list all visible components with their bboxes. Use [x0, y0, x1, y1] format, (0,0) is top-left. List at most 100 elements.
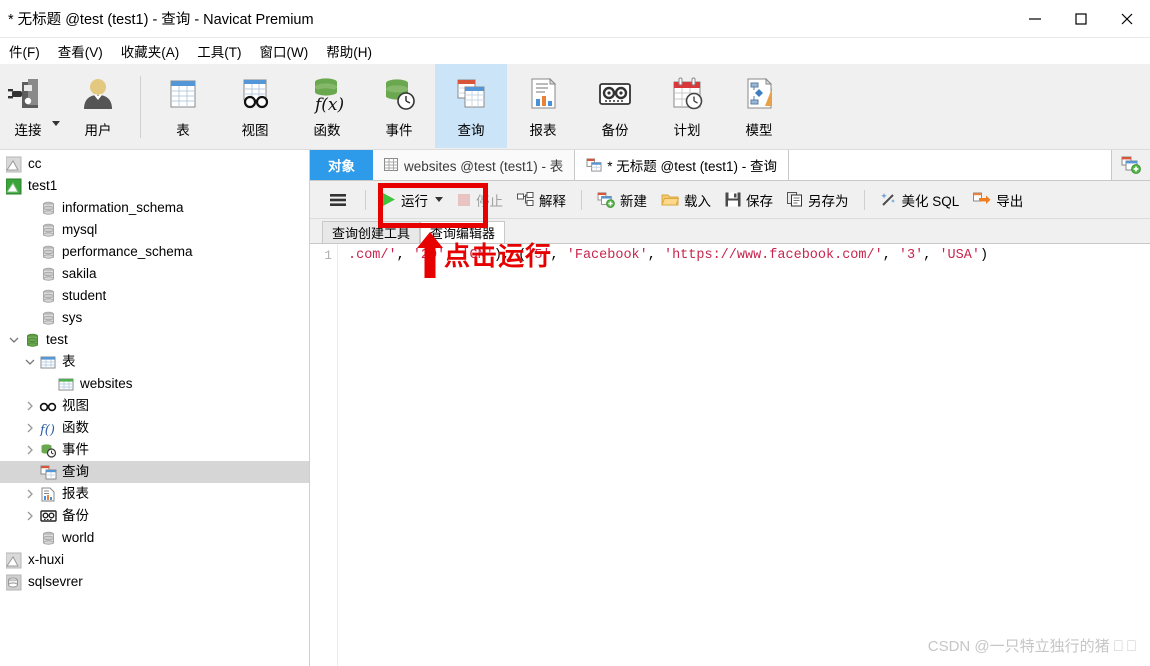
sidebar-item-information_schema[interactable]: information_schema	[0, 197, 309, 219]
sidebar-item-performance_schema[interactable]: performance_schema	[0, 241, 309, 263]
backup-cassette-icon	[595, 72, 635, 116]
sidebar-label: information_schema	[62, 200, 184, 216]
twisty-collapsed-icon[interactable]	[22, 511, 38, 521]
new-query-tab-button[interactable]	[1112, 150, 1150, 180]
code-token: ,	[396, 248, 413, 263]
save-as-button[interactable]: 另存为	[780, 186, 856, 214]
new-query-icon	[1121, 156, 1141, 174]
new-button[interactable]: 新建	[590, 186, 654, 214]
minimize-button[interactable]	[1012, 0, 1058, 38]
toolbar-label-query: 查询	[457, 123, 485, 138]
sidebar-item-views-folder[interactable]: 视图	[0, 395, 309, 417]
sidebar-item-world[interactable]: world	[0, 527, 309, 549]
run-dropdown-caret-icon[interactable]	[435, 197, 443, 202]
sidebar-item-cc[interactable]: cc	[0, 153, 309, 175]
export-button[interactable]: 导出	[966, 186, 1030, 214]
subtab-query-builder[interactable]: 查询创建工具	[322, 221, 421, 243]
sidebar-item-queries-folder[interactable]: 查询	[0, 461, 309, 483]
code-token: ,	[550, 248, 567, 263]
editor-code-area[interactable]: .com/', '20', 'CN'), ('5', 'Facebook', '…	[338, 244, 1150, 666]
twisty-collapsed-icon[interactable]	[22, 401, 38, 411]
sidebar-label: 查询	[62, 464, 89, 480]
function-fx-icon: f(x)	[307, 72, 347, 116]
up-arrow-annotation-icon	[417, 232, 443, 278]
sidebar-item-websites[interactable]: websites	[0, 373, 309, 395]
event-clock-icon	[38, 443, 58, 458]
new-button-label: 新建	[620, 193, 647, 209]
toolbar-button-view[interactable]: 视图	[219, 64, 291, 148]
code-token: 'https://www.facebook.com/'	[663, 248, 883, 263]
query-icon	[38, 465, 58, 480]
sidebar-item-events-folder[interactable]: 事件	[0, 439, 309, 461]
beautify-sql-label: 美化 SQL	[901, 193, 960, 209]
toolbar-button-query[interactable]: 查询	[435, 64, 507, 148]
menu-item-window[interactable]: 窗口(W)	[251, 38, 318, 64]
toolbar-button-user[interactable]: 用户	[62, 64, 134, 148]
schedule-calendar-icon	[667, 72, 707, 116]
toolbar-button-table[interactable]: 表	[147, 64, 219, 148]
sidebar-item-x-huxi[interactable]: x-huxi	[0, 549, 309, 571]
twisty-expanded-icon[interactable]	[22, 357, 38, 367]
sidebar-item-functions-folder[interactable]: f() 函数	[0, 417, 309, 439]
menu-item-help[interactable]: 帮助(H)	[317, 38, 381, 64]
sidebar-item-sqlsevrer[interactable]: sqlsevrer	[0, 571, 309, 593]
sql-editor[interactable]: 1 .com/', '20', 'CN'), ('5', 'Facebook',…	[310, 243, 1150, 666]
query-menu-button[interactable]	[322, 189, 357, 211]
run-button-label: 运行	[401, 193, 428, 209]
toolbar-button-schedule[interactable]: 计划	[651, 64, 723, 148]
window-controls	[1012, 0, 1150, 38]
sidebar-item-test[interactable]: test	[0, 329, 309, 351]
close-button[interactable]	[1104, 0, 1150, 38]
sidebar-item-mysql[interactable]: mysql	[0, 219, 309, 241]
close-icon	[1121, 13, 1133, 25]
toolbar-label-schedule: 计划	[673, 123, 701, 138]
beautify-sql-button[interactable]: 美化 SQL	[873, 186, 967, 214]
menu-item-file[interactable]: 件(F)	[0, 38, 49, 64]
sidebar-label: websites	[80, 376, 133, 392]
explain-button[interactable]: 解释	[510, 186, 573, 214]
sidebar-label: 函数	[62, 420, 89, 436]
maximize-button[interactable]	[1058, 0, 1104, 38]
tab-untitled-query[interactable]: * 无标题 @test (test1) - 查询	[575, 150, 789, 180]
backup-cassette-icon	[38, 509, 58, 523]
toolbar-button-backup[interactable]: 备份	[579, 64, 651, 148]
sidebar-item-backups-folder[interactable]: 备份	[0, 505, 309, 527]
toolbar-label-table: 表	[176, 123, 190, 138]
minimize-icon	[1029, 18, 1041, 20]
connection-plug-icon	[8, 72, 48, 116]
menu-item-favorites[interactable]: 收藏夹(A)	[112, 38, 189, 64]
twisty-collapsed-icon[interactable]	[22, 423, 38, 433]
load-button[interactable]: 载入	[654, 186, 718, 214]
sidebar-item-student[interactable]: student	[0, 285, 309, 307]
save-button[interactable]: 保存	[718, 186, 780, 214]
toolbar-label-function: 函数	[313, 123, 341, 138]
toolbar-button-report[interactable]: 报表	[507, 64, 579, 148]
sidebar-label: student	[62, 288, 107, 304]
sidebar-item-sys[interactable]: sys	[0, 307, 309, 329]
sidebar-label: test1	[28, 178, 58, 194]
sidebar-tree[interactable]: cc test1 information_schema mysql perfor…	[0, 150, 310, 666]
code-token: 'USA'	[939, 248, 980, 263]
toolbar-button-event[interactable]: 事件	[363, 64, 435, 148]
sidebar-label: mysql	[62, 222, 98, 238]
sidebar-item-reports-folder[interactable]: 报表	[0, 483, 309, 505]
menu-item-tools[interactable]: 工具(T)	[188, 38, 250, 64]
tab-websites-table[interactable]: websites @test (test1) - 表	[373, 150, 576, 180]
stop-button: 停止	[450, 186, 510, 214]
twisty-collapsed-icon[interactable]	[22, 445, 38, 455]
menu-item-view[interactable]: 查看(V)	[49, 38, 112, 64]
sidebar-item-tables-folder[interactable]: 表	[0, 351, 309, 373]
run-button[interactable]: 运行	[374, 186, 450, 214]
toolbar-button-connection[interactable]: 连接	[0, 64, 56, 148]
sidebar-item-sakila[interactable]: sakila	[0, 263, 309, 285]
twisty-expanded-icon[interactable]	[6, 335, 22, 345]
twisty-collapsed-icon[interactable]	[22, 489, 38, 499]
tab-label: websites @test (test1) - 表	[404, 159, 564, 174]
connection-gray-icon	[4, 156, 24, 173]
tab-objects[interactable]: 对象	[310, 150, 373, 180]
connection-dropdown-caret-icon[interactable]	[52, 121, 60, 126]
toolbar-button-model[interactable]: 模型	[723, 64, 795, 148]
toolbar-button-function[interactable]: f(x) 函数	[291, 64, 363, 148]
connection-gray-icon	[4, 552, 24, 569]
sidebar-item-test1[interactable]: test1	[0, 175, 309, 197]
